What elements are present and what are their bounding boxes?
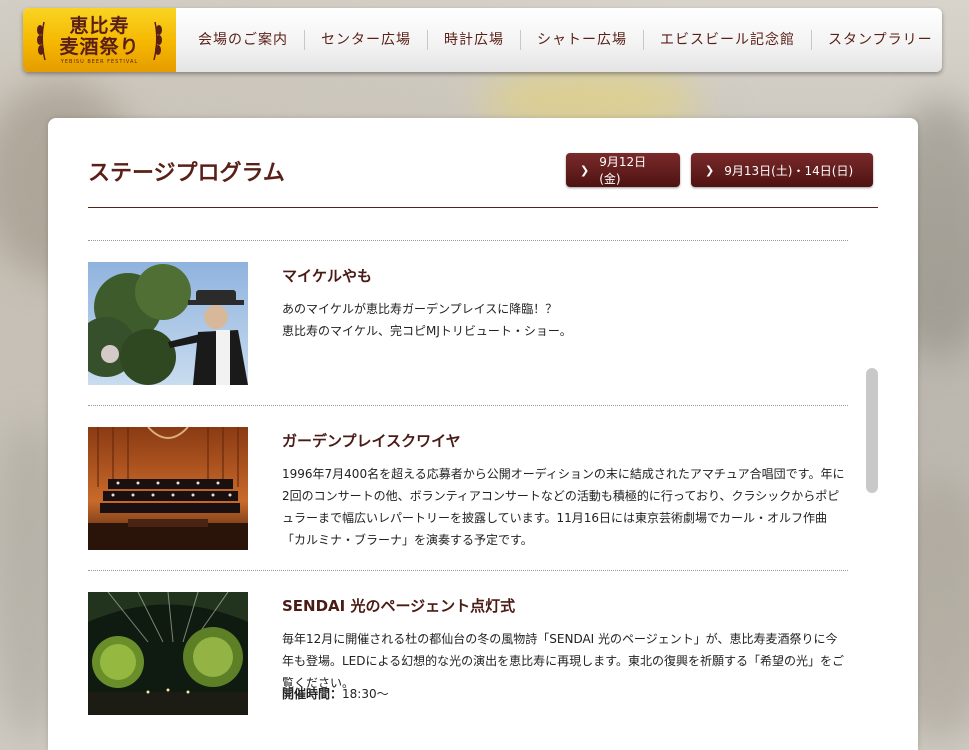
time-value: 18:30〜 — [342, 687, 389, 701]
site-header: 恵比寿 麦酒祭り YEBISU BEER FESTIVAL 会場のご案内 センタ… — [23, 8, 942, 72]
title-divider — [88, 207, 878, 208]
main-nav: 会場のご案内 センター広場 時計広場 シャトー広場 エビスビール記念館 スタンプ… — [176, 8, 942, 72]
wheat-icon — [153, 21, 162, 60]
time-label: 開催時間： — [282, 687, 343, 701]
scrollbar-thumb[interactable] — [866, 368, 878, 493]
description-line: 恵比寿のマイケル、完コピMJトリビュート・ショー。 — [282, 324, 572, 338]
logo-title-line2: 麦酒祭り — [59, 35, 140, 58]
program-name: マイケルやも — [282, 267, 373, 285]
program-description: 1996年7月400名を超える応募者から公開オーディションの末に結成されたアマチ… — [282, 467, 845, 547]
day-button-label: 9月13日(土)・14日(日) — [724, 163, 854, 178]
nav-beer-museum[interactable]: エビスビール記念館 — [644, 30, 812, 50]
nav-stamp-rally[interactable]: スタンプラリー — [812, 30, 942, 50]
festival-logo[interactable]: 恵比寿 麦酒祭り YEBISU BEER FESTIVAL — [23, 8, 176, 72]
description-line: あのマイケルが恵比寿ガーデンプレイスに降臨！？ — [282, 302, 558, 316]
program-photo-pageant — [88, 592, 248, 715]
logo-title-line1: 恵比寿 — [69, 14, 130, 37]
wheat-icon — [37, 21, 46, 60]
nav-clock-plaza[interactable]: 時計広場 — [428, 30, 521, 50]
program-time: 開催時間：18:30〜 — [282, 685, 389, 702]
chevron-right-icon: ❯ — [705, 163, 715, 177]
page-title: ステージプログラム — [88, 160, 285, 186]
program-photo-michael — [88, 262, 248, 385]
program-item: マイケルやも あのマイケルが恵比寿ガーデンプレイスに降臨！？ 恵比寿のマイケル、完… — [88, 241, 848, 405]
program-item: ガーデンプレイスクワイヤ 1996年7月400名を超える応募者から公開オーディシ… — [88, 406, 848, 570]
program-list: マイケルやも あのマイケルが恵比寿ガーデンプレイスに降臨！？ 恵比寿のマイケル、完… — [88, 240, 848, 735]
logo-subtitle: YEBISU BEER FESTIVAL — [60, 58, 139, 65]
program-name: ガーデンプレイスクワイヤ — [282, 432, 461, 450]
content-panel: ステージプログラム ❯ 9月12日(金) ❯ 9月13日(土)・14日(日) マ… — [48, 118, 918, 750]
day-button-sep12[interactable]: ❯ 9月12日(金) — [566, 153, 680, 187]
nav-venue-guide[interactable]: 会場のご案内 — [182, 30, 305, 50]
day-button-sep13-14[interactable]: ❯ 9月13日(土)・14日(日) — [691, 153, 873, 187]
program-photo-choir — [88, 427, 248, 550]
program-description: あのマイケルが恵比寿ガーデンプレイスに降臨！？ 恵比寿のマイケル、完コピMJトリビ… — [282, 298, 848, 342]
nav-center-plaza[interactable]: センター広場 — [305, 30, 428, 50]
day-button-label: 9月12日(金) — [599, 155, 647, 186]
chevron-right-icon: ❯ — [580, 163, 590, 177]
program-name: SENDAI 光のページェント点灯式 — [282, 597, 516, 615]
program-item: SENDAI 光のページェント点灯式 毎年12月に開催される杜の都仙台の冬の風物… — [88, 571, 848, 735]
nav-chateau-plaza[interactable]: シャトー広場 — [521, 30, 644, 50]
